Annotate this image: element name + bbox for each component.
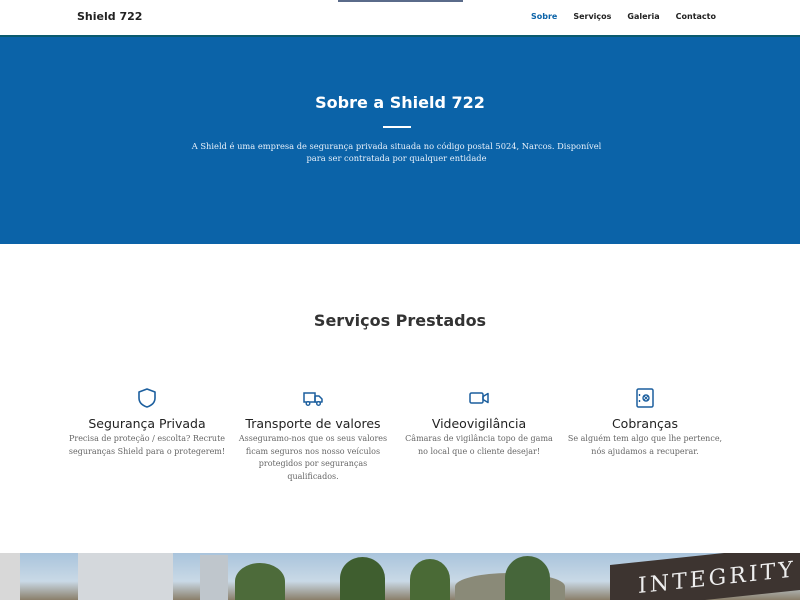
about-description: A Shield é uma empresa de segurança priv… — [191, 141, 602, 163]
about-section: Sobre a Shield 722 A Shield é uma empres… — [0, 37, 800, 244]
truck-icon — [303, 392, 323, 406]
service-title: Transporte de valores — [245, 416, 381, 431]
service-description: Câmaras de vigilância topo de gama no lo… — [405, 434, 553, 456]
nav-item-sobre[interactable]: Sobre — [531, 12, 557, 21]
service-description: Asseguramo-nos que os seus valores ficam… — [238, 434, 388, 481]
integrity-sign: INTEGRITY — [610, 553, 800, 600]
about-title: Sobre a Shield 722 — [315, 93, 485, 112]
service-card-transporte: Transporte de valores Asseguramo-nos que… — [233, 386, 393, 483]
brand-logo[interactable]: Shield 722 — [77, 10, 142, 23]
palm-tree-shape — [505, 556, 550, 600]
service-title: Cobranças — [611, 416, 679, 431]
palm-tree-shape — [410, 559, 450, 600]
palm-tree-shape — [340, 557, 385, 600]
service-card-cobrancas: Cobranças Se alguém tem algo que lhe per… — [565, 386, 725, 458]
palm-tree-shape — [235, 563, 285, 600]
service-title: Videovigilância — [431, 416, 527, 431]
services-title: Serviços Prestados — [313, 311, 487, 330]
site-header: Shield 722 Sobre Serviços Galeria Contac… — [0, 0, 800, 37]
nav-item-galeria[interactable]: Galeria — [627, 12, 659, 21]
nav-item-servicos[interactable]: Serviços — [573, 12, 611, 21]
header-accent-strip — [338, 0, 463, 2]
shield-icon — [138, 388, 156, 408]
main-nav: Sobre Serviços Galeria Contacto — [531, 12, 716, 21]
building-shape — [200, 555, 228, 600]
service-card-videovigilancia: Videovigilância Câmaras de vigilância to… — [399, 386, 559, 458]
gallery-photo-strip: INTEGRITY — [0, 553, 800, 600]
service-card-seguranca: Segurança Privada Precisa de proteção / … — [67, 386, 227, 458]
building-shape — [0, 553, 20, 600]
title-divider — [383, 126, 411, 128]
nav-item-contacto[interactable]: Contacto — [676, 12, 716, 21]
building-shape — [78, 553, 173, 600]
service-title: Segurança Privada — [88, 416, 206, 431]
safe-icon — [636, 388, 654, 408]
service-description: Se alguém tem algo que lhe pertence, nós… — [567, 434, 723, 456]
service-description: Precisa de proteção / escolta? Recrute s… — [68, 434, 226, 456]
video-camera-icon — [469, 392, 489, 404]
